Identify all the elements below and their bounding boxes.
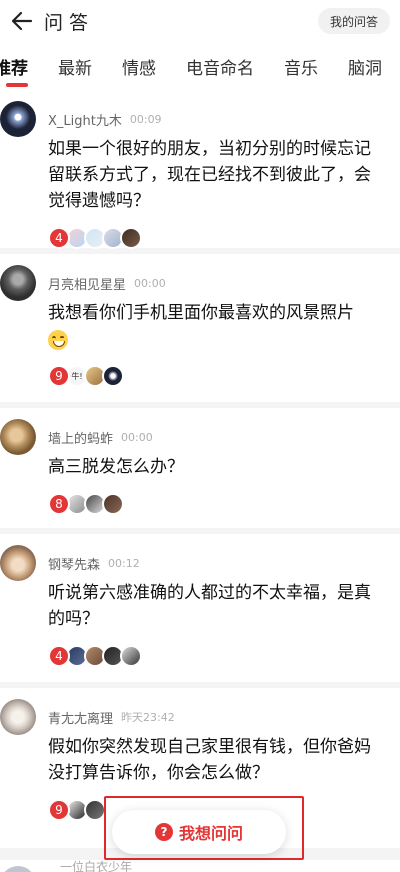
question-text[interactable]: 假如你突然发现自己家里很有钱，但你爸妈没打算告诉你，你会怎么做？ (0, 732, 400, 786)
back-button[interactable] (0, 0, 44, 42)
ask-button-label: 我想问问 (178, 824, 243, 843)
my-qa-button[interactable]: 我的问答 (317, 8, 390, 34)
tab-emotion[interactable]: 情感 (122, 54, 156, 79)
question-text[interactable]: 如果一个很好的朋友，当初分别的时候忘记留联系方式了，现在已经找不到彼此了，会觉得… (0, 134, 400, 214)
answer-count-badge: 9 (48, 799, 70, 821)
answerer-avatars[interactable]: 8 (48, 492, 400, 516)
page-title: 问 答 (44, 11, 89, 34)
tab-latest[interactable]: 最新 (58, 54, 92, 79)
username[interactable]: 墙上的蚂蚱 (48, 428, 113, 447)
timestamp: 00:00 (121, 430, 153, 444)
question-text[interactable]: 高三脱发怎么办？ (0, 452, 400, 480)
avatar[interactable] (0, 545, 36, 581)
back-arrow-icon (11, 11, 33, 31)
ask-question-button[interactable]: ? 我想问问 (112, 810, 286, 854)
next-question-preview[interactable]: 一位白衣少年 (0, 860, 400, 872)
tab-brainstorm[interactable]: 脑洞 (348, 54, 382, 79)
answerer-avatars[interactable]: 9 牛! (48, 364, 400, 388)
question-card[interactable]: 墙上的蚂蚱 00:00 高三脱发怎么办？ 8 (0, 408, 400, 528)
avatar (102, 365, 124, 387)
answer-count-badge: 8 (48, 493, 70, 515)
avatar (0, 866, 36, 872)
answerer-avatars[interactable]: 4 (48, 226, 400, 250)
grinning-face-emoji (48, 330, 68, 350)
category-tabs: 推荐 最新 情感 电音命名 音乐 脑洞 (0, 42, 400, 90)
question-feed: X_Light九木 00:09 如果一个很好的朋友，当初分别的时候忘记留联系方式… (0, 90, 400, 848)
avatar[interactable] (0, 265, 36, 301)
avatar (84, 799, 106, 821)
avatar (120, 645, 142, 667)
avatar-label: 牛! (71, 371, 83, 381)
timestamp: 00:12 (108, 556, 140, 570)
answer-count-badge: 9 (48, 365, 70, 387)
tab-recommend[interactable]: 推荐 (0, 54, 28, 87)
username[interactable]: 钢琴先森 (48, 554, 100, 573)
question-card[interactable]: 钢琴先森 00:12 听说第六感准确的人都过的不太幸福，是真的吗？ 4 (0, 534, 400, 682)
tab-edm-naming[interactable]: 电音命名 (186, 54, 254, 79)
question-text[interactable]: 我想看你们手机里面你最喜欢的风景照片 (0, 298, 400, 352)
timestamp: 昨天23:42 (121, 711, 175, 724)
top-bar: 问 答 我的问答 (0, 0, 400, 42)
avatar (102, 493, 124, 515)
question-bubble-icon: ? (154, 823, 173, 841)
answerer-avatars[interactable]: 4 (48, 644, 400, 668)
question-card[interactable]: 月亮相见星星 00:00 我想看你们手机里面你最喜欢的风景照片 9 牛! (0, 254, 400, 402)
username[interactable]: X_Light九木 (48, 110, 122, 129)
username: 一位白衣少年 (60, 860, 133, 872)
question-text[interactable]: 听说第六感准确的人都过的不太幸福，是真的吗？ (0, 578, 400, 632)
avatar[interactable] (0, 419, 36, 455)
avatar (120, 227, 142, 249)
username[interactable]: 月亮相见星星 (48, 274, 126, 293)
tab-music[interactable]: 音乐 (284, 54, 318, 79)
avatar[interactable] (0, 699, 36, 735)
answer-count-badge: 4 (48, 645, 70, 667)
avatar[interactable] (0, 101, 36, 137)
username[interactable]: 青尢尢离理 (48, 708, 113, 727)
question-card[interactable]: X_Light九木 00:09 如果一个很好的朋友，当初分别的时候忘记留联系方式… (0, 90, 400, 250)
timestamp: 00:09 (129, 112, 162, 126)
timestamp: 00:00 (134, 276, 166, 290)
answer-count-badge: 4 (48, 227, 70, 249)
question-text-content: 我想看你们手机里面你最喜欢的风景照片 (48, 303, 354, 323)
ask-button-highlight: ? 我想问问 (104, 796, 304, 860)
